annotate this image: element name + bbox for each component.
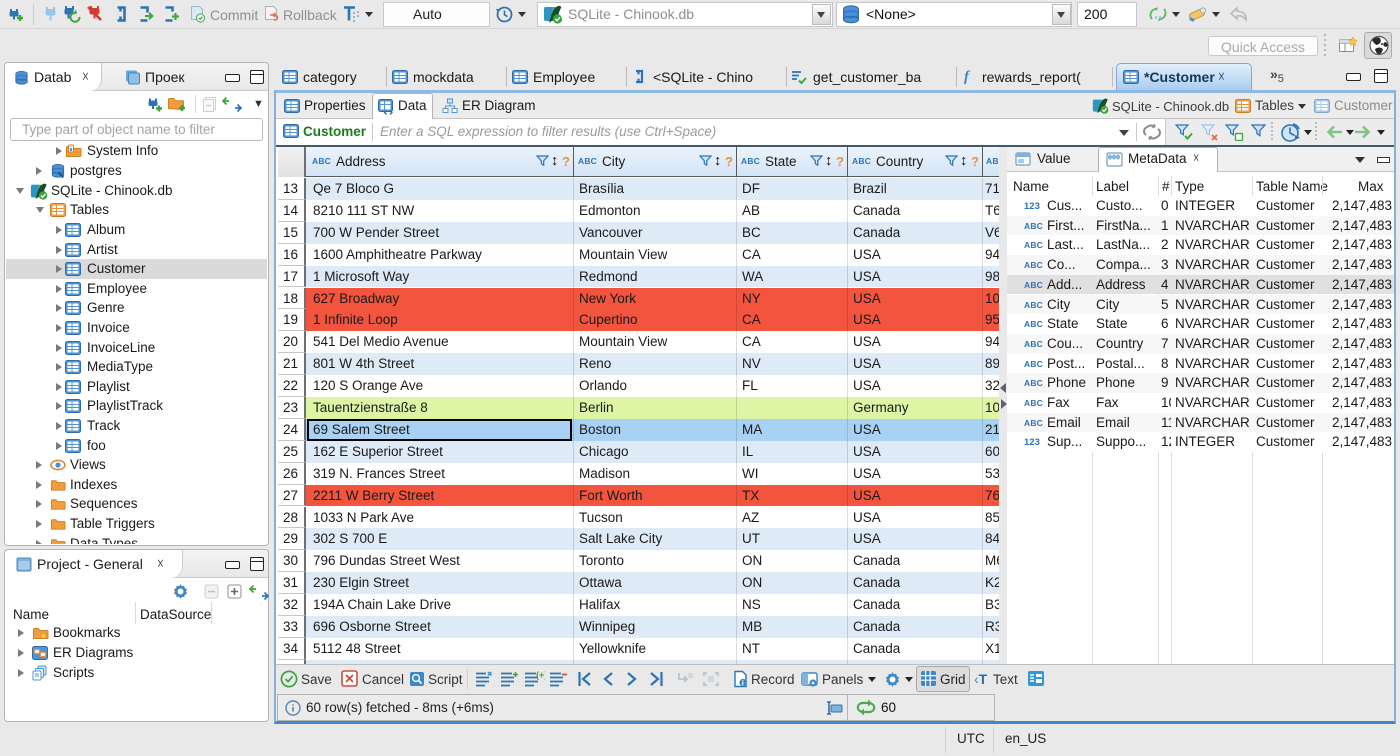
svg-text:(+): (+) — [536, 671, 545, 680]
svg-text:f: f — [964, 69, 971, 85]
svg-text:i: i — [742, 679, 744, 688]
